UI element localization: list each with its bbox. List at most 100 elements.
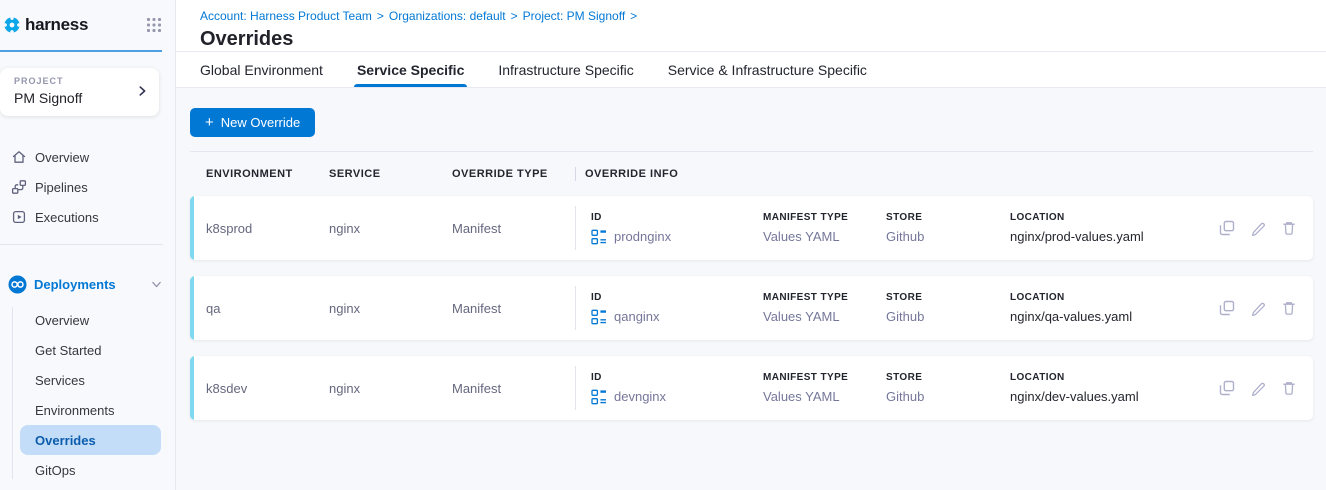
sub-item-label: Environments <box>35 403 114 418</box>
row-environment: k8sdev <box>206 381 329 396</box>
breadcrumb-separator: > <box>630 9 637 23</box>
id-value: qanginx <box>591 309 763 325</box>
clone-icon[interactable] <box>1219 380 1235 396</box>
row-store-cell: STORE Github <box>886 212 1010 244</box>
col-override-type: OVERRIDE TYPE <box>452 168 575 180</box>
tab-service-specific[interactable]: Service Specific <box>357 52 464 87</box>
manifest-type-label: MANIFEST TYPE <box>763 292 886 303</box>
row-actions <box>1209 380 1313 396</box>
edit-icon[interactable] <box>1250 220 1266 236</box>
sidebar-item-overrides[interactable]: Overrides <box>20 425 161 455</box>
id-value: prodnginx <box>591 229 763 245</box>
col-environment: ENVIRONMENT <box>206 168 329 180</box>
row-service: nginx <box>329 381 452 396</box>
tab-infrastructure-specific[interactable]: Infrastructure Specific <box>498 52 633 87</box>
store-label: STORE <box>886 372 1010 383</box>
page-title: Overrides <box>200 28 1326 51</box>
edit-icon[interactable] <box>1250 380 1266 396</box>
id-text: prodnginx <box>614 229 671 244</box>
delete-icon[interactable] <box>1281 220 1297 236</box>
sidebar-item-executions[interactable]: Executions <box>0 202 175 232</box>
row-location-cell: LOCATION nginx/dev-values.yaml <box>1010 372 1209 404</box>
clone-icon[interactable] <box>1219 300 1235 316</box>
chevron-down-icon <box>150 278 163 291</box>
app-launcher-grid-icon[interactable] <box>147 18 161 32</box>
project-meta: PROJECT PM Signoff <box>14 76 135 106</box>
sub-item-label: Overrides <box>35 433 96 448</box>
sidebar-item-services[interactable]: Services <box>0 365 175 395</box>
pipelines-icon <box>10 179 27 195</box>
deployments-submenu: Overview Get Started Services Environmen… <box>0 305 175 485</box>
plus-icon: + <box>205 115 214 130</box>
edit-icon[interactable] <box>1250 300 1266 316</box>
delete-icon[interactable] <box>1281 300 1297 316</box>
project-name: PM Signoff <box>14 90 135 106</box>
row-divider <box>575 206 576 250</box>
breadcrumb-separator: > <box>377 9 384 23</box>
sidebar-divider <box>0 244 163 245</box>
row-manifest-type-cell: MANIFEST TYPE Values YAML <box>763 292 886 324</box>
col-override-info: OVERRIDE INFO <box>585 168 763 180</box>
chevron-right-icon <box>135 84 149 98</box>
breadcrumb-account[interactable]: Account: Harness Product Team <box>200 9 372 23</box>
tab-global-environment[interactable]: Global Environment <box>200 52 323 87</box>
breadcrumb-organization[interactable]: Organizations: default <box>389 9 506 23</box>
breadcrumb-project[interactable]: Project: PM Signoff <box>523 9 626 23</box>
location-label: LOCATION <box>1010 212 1209 223</box>
sidebar: harness PROJECT PM Signoff <box>0 0 176 490</box>
override-row-k8sprod[interactable]: k8sprod nginx Manifest ID <box>190 196 1313 260</box>
sidebar-section-deployments[interactable]: Deployments <box>0 267 175 301</box>
row-manifest-type-cell: MANIFEST TYPE Values YAML <box>763 212 886 244</box>
sidebar-item-environments[interactable]: Environments <box>0 395 175 425</box>
table-header: ENVIRONMENT SERVICE OVERRIDE TYPE OVERRI… <box>190 152 1313 196</box>
new-override-button[interactable]: + New Override <box>190 108 315 137</box>
location-value: nginx/dev-values.yaml <box>1010 389 1209 404</box>
row-store-cell: STORE Github <box>886 372 1010 404</box>
row-id-cell: ID devnginx <box>585 372 763 405</box>
location-value: nginx/prod-values.yaml <box>1010 229 1209 244</box>
row-service: nginx <box>329 301 452 316</box>
sidebar-item-gitops[interactable]: GitOps <box>0 455 175 485</box>
override-row-qa[interactable]: qa nginx Manifest ID <box>190 276 1313 340</box>
sidebar-item-dep-overview[interactable]: Overview <box>0 305 175 335</box>
override-rows: k8sprod nginx Manifest ID <box>190 196 1313 420</box>
manifest-type-value: Values YAML <box>763 229 886 244</box>
id-icon <box>591 229 607 245</box>
sidebar-item-pipelines[interactable]: Pipelines <box>0 172 175 202</box>
store-value: Github <box>886 389 1010 404</box>
location-label: LOCATION <box>1010 372 1209 383</box>
store-label: STORE <box>886 212 1010 223</box>
project-selector[interactable]: PROJECT PM Signoff <box>0 68 159 116</box>
location-value: nginx/qa-values.yaml <box>1010 309 1209 324</box>
sub-item-label: Services <box>35 373 85 388</box>
id-value: devnginx <box>591 389 763 405</box>
id-label: ID <box>591 212 763 223</box>
delete-icon[interactable] <box>1281 380 1297 396</box>
tab-bar: Global Environment Service Specific Infr… <box>176 52 1326 88</box>
row-id-cell: ID prodnginx <box>585 212 763 245</box>
location-label: LOCATION <box>1010 292 1209 303</box>
sidebar-item-get-started[interactable]: Get Started <box>0 335 175 365</box>
sidebar-nav: Overview Pipelines <box>0 142 175 232</box>
home-icon <box>10 149 27 165</box>
row-manifest-type-cell: MANIFEST TYPE Values YAML <box>763 372 886 404</box>
row-id-cell: ID qanginx <box>585 292 763 325</box>
page-header: Account: Harness Product Team > Organiza… <box>176 0 1326 52</box>
harness-logo[interactable]: harness <box>3 15 88 35</box>
sidebar-item-label: Executions <box>35 210 99 225</box>
sidebar-item-label: Pipelines <box>35 180 88 195</box>
sidebar-item-overview[interactable]: Overview <box>0 142 175 172</box>
breadcrumb-separator: > <box>511 9 518 23</box>
tab-service-infrastructure-specific[interactable]: Service & Infrastructure Specific <box>668 52 867 87</box>
cd-infinity-icon <box>8 275 27 294</box>
executions-icon <box>10 209 27 225</box>
row-location-cell: LOCATION nginx/qa-values.yaml <box>1010 292 1209 324</box>
app-root: harness PROJECT PM Signoff <box>0 0 1326 490</box>
row-divider <box>575 366 576 410</box>
store-value: Github <box>886 309 1010 324</box>
row-service: nginx <box>329 221 452 236</box>
row-store-cell: STORE Github <box>886 292 1010 324</box>
overrides-content: + New Override ENVIRONMENT SERVICE OVERR… <box>176 88 1326 490</box>
override-row-k8sdev[interactable]: k8sdev nginx Manifest ID <box>190 356 1313 420</box>
clone-icon[interactable] <box>1219 220 1235 236</box>
